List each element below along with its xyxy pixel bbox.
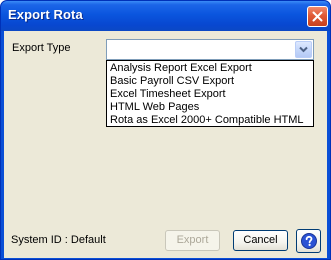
system-id-label: System ID : Default bbox=[11, 234, 106, 246]
title-bar[interactable]: Export Rota bbox=[1, 1, 330, 31]
export-type-dropdown-list: Analysis Report Excel Export Basic Payro… bbox=[106, 60, 314, 127]
export-option-analysis-report[interactable]: Analysis Report Excel Export bbox=[107, 62, 313, 75]
export-option-excel-timesheet[interactable]: Excel Timesheet Export bbox=[107, 88, 313, 101]
close-button[interactable] bbox=[307, 6, 328, 27]
cancel-button[interactable]: Cancel bbox=[233, 230, 288, 251]
chevron-down-icon bbox=[299, 46, 308, 53]
help-button[interactable] bbox=[296, 229, 321, 253]
export-type-combobox[interactable] bbox=[106, 39, 314, 60]
export-option-basic-payroll-csv[interactable]: Basic Payroll CSV Export bbox=[107, 75, 313, 88]
export-option-html-web-pages[interactable]: HTML Web Pages bbox=[107, 101, 313, 114]
export-button[interactable]: Export bbox=[165, 230, 220, 251]
dialog-client-area: Export Type Analysis Report Excel Export… bbox=[4, 31, 327, 258]
export-type-label: Export Type bbox=[12, 42, 71, 54]
window-title: Export Rota bbox=[8, 7, 83, 22]
close-icon bbox=[312, 11, 323, 22]
help-icon bbox=[301, 233, 317, 249]
export-option-rota-excel-html[interactable]: Rota as Excel 2000+ Compatible HTML bbox=[107, 114, 313, 127]
export-type-dropdown-button[interactable] bbox=[295, 41, 312, 58]
export-rota-dialog: Export Rota Export Type Analysis Report … bbox=[0, 0, 331, 260]
